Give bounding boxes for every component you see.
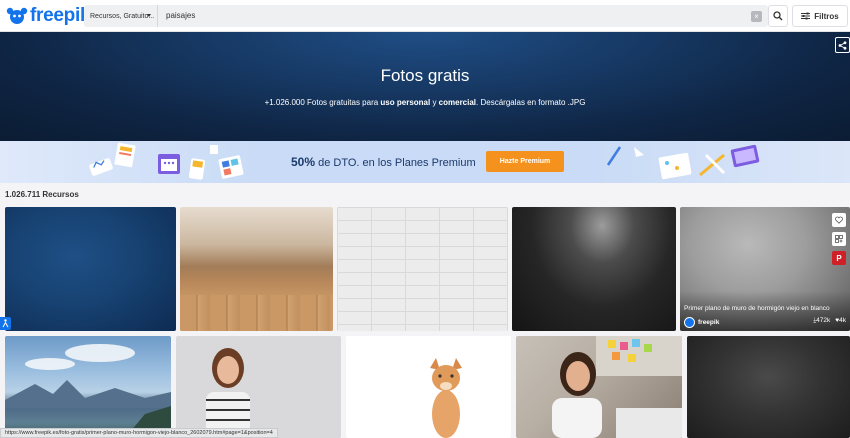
- subtitle-commercial: comercial: [438, 98, 477, 107]
- likes-stat: ♥4k: [835, 317, 846, 325]
- photo-tile-white-brick[interactable]: [337, 207, 508, 331]
- subtitle-mid: y: [430, 98, 439, 107]
- photo-tile-woman-laptop[interactable]: [516, 336, 682, 438]
- browser-status-url: https://www.freepik.es/foto-gratis/prime…: [0, 428, 278, 438]
- share-button[interactable]: [835, 37, 850, 53]
- promo-description: de DTO. en los Planes Premium: [315, 157, 476, 169]
- photo-tile-woman-pointing[interactable]: [176, 336, 341, 438]
- accessibility-icon: [2, 319, 9, 328]
- page-title: Fotos gratis: [380, 66, 470, 85]
- photo-tile-lake-volcano[interactable]: [5, 336, 171, 438]
- collection-icon: [835, 235, 843, 243]
- photo-tile-wooden-table[interactable]: [180, 207, 333, 331]
- results-count: 1.026.711 Recursos: [5, 190, 79, 199]
- search-icon: [773, 11, 783, 21]
- filters-label: Filtros: [814, 11, 839, 21]
- top-bar: freepik Recursos, Gratuito... × Filtros: [0, 0, 850, 32]
- search-input[interactable]: [158, 5, 751, 27]
- downloads-count: 472k: [816, 317, 831, 324]
- photo-tile-dark-room[interactable]: [512, 207, 676, 331]
- heart-outline-icon: [835, 216, 843, 224]
- photo-tile-kitten[interactable]: [346, 336, 511, 438]
- photo-tile-dark-texture[interactable]: [687, 336, 850, 438]
- woman-laptop-figure: [552, 336, 682, 438]
- woman-figure: [206, 348, 250, 438]
- search-button[interactable]: [768, 5, 788, 27]
- like-button[interactable]: [832, 213, 846, 227]
- avatar: [684, 317, 695, 328]
- share-icon: [838, 40, 847, 50]
- downloads-stat: ⤓472k: [813, 317, 830, 325]
- promo-discount: 50%: [291, 155, 316, 169]
- kitten-figure: [430, 358, 462, 438]
- filters-icon: [801, 12, 811, 20]
- logo-text: freepik: [30, 5, 91, 26]
- tile-stats: ⤓472k ♥4k: [813, 317, 846, 325]
- freepik-logo-icon: [6, 7, 28, 24]
- search-bar: Recursos, Gratuito... ×: [84, 5, 768, 27]
- promo-text: 50% de DTO. en los Planes Premium: [291, 155, 476, 169]
- chevron-down-icon: [147, 14, 151, 17]
- clear-search-button[interactable]: ×: [751, 10, 762, 22]
- subtitle-end: . Descárgalas en formato .JPG: [476, 98, 586, 107]
- tile-title: Primer plano de muro de hormigón viejo e…: [684, 305, 830, 312]
- subtitle-personal: uso personal: [380, 98, 431, 107]
- category-select-label: Recursos, Gratuito...: [90, 12, 155, 20]
- premium-promo-banner[interactable]: 50% de DTO. en los Planes Premium Hazte …: [0, 141, 850, 183]
- filters-button[interactable]: Filtros: [792, 5, 848, 27]
- pinterest-button[interactable]: P: [832, 251, 846, 265]
- brick-pattern: [337, 207, 508, 331]
- premium-button[interactable]: Hazte Premium: [486, 151, 564, 172]
- author-name: freepik: [698, 319, 720, 326]
- category-select[interactable]: Recursos, Gratuito...: [84, 5, 158, 27]
- wood-planks: [180, 295, 333, 331]
- photo-tile-concrete-wall[interactable]: Primer plano de muro de hormigón viejo e…: [680, 207, 850, 331]
- collection-button[interactable]: [832, 232, 846, 246]
- hero-subtitle: +1.026.000 Fotos gratuitas para uso pers…: [0, 98, 850, 107]
- promo-illustration-right: [606, 144, 760, 180]
- accessibility-button[interactable]: [0, 317, 11, 330]
- freepik-logo[interactable]: freepik: [6, 5, 91, 27]
- subtitle-start: +1.026.000 Fotos gratuitas para: [264, 98, 381, 107]
- hero-banner: Fotos gratis +1.026.000 Fotos gratuitas …: [0, 32, 850, 141]
- pinterest-icon: P: [836, 253, 842, 263]
- tile-author[interactable]: freepik: [684, 317, 719, 328]
- likes-count: 4k: [839, 317, 846, 324]
- photo-tile-blue-texture[interactable]: [5, 207, 176, 331]
- volcano-silhouette: [5, 380, 171, 438]
